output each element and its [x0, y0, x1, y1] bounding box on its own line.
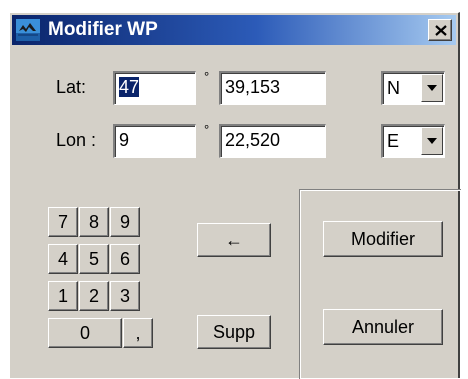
keypad-key-1[interactable]: 1 [48, 281, 78, 311]
keypad-key-0[interactable]: 0 [48, 318, 122, 348]
longitude-minutes-value: 22,520 [225, 130, 281, 150]
keypad-key-comma[interactable]: , [123, 318, 153, 348]
latitude-hemisphere-value: N [387, 78, 400, 98]
latitude-degree-symbol: ° [204, 69, 210, 84]
cancel-button[interactable]: Annuler [323, 309, 443, 345]
keypad-key-7[interactable]: 7 [48, 207, 78, 237]
latitude-minutes-value: 39,153 [225, 77, 281, 97]
keypad-key-4[interactable]: 4 [48, 244, 78, 274]
dropdown-arrow-icon [427, 85, 437, 91]
latitude-hemisphere-dropdown-button[interactable] [421, 74, 443, 102]
latitude-minutes-field[interactable]: 39,153 [219, 71, 326, 105]
delete-button[interactable]: Supp [197, 315, 271, 349]
modifier-wp-dialog: Modifier WP Lat: 47 ° 39,153 N Lon : 9 °… [9, 12, 461, 379]
keypad-key-6[interactable]: 6 [110, 244, 140, 274]
window-title: Modifier WP [48, 19, 158, 40]
longitude-hemisphere-select[interactable]: E [381, 124, 445, 158]
modify-button[interactable]: Modifier [323, 221, 443, 257]
dropdown-arrow-icon [427, 138, 437, 144]
waypoint-app-icon [16, 19, 40, 41]
action-panel [299, 189, 461, 379]
keypad-key-3[interactable]: 3 [110, 281, 140, 311]
title-bar[interactable]: Modifier WP [12, 15, 456, 45]
keypad-key-5[interactable]: 5 [79, 244, 109, 274]
backspace-button[interactable]: ← [197, 223, 271, 257]
longitude-degrees-field[interactable]: 9 [113, 124, 196, 158]
keypad-key-8[interactable]: 8 [79, 207, 109, 237]
longitude-minutes-field[interactable]: 22,520 [219, 124, 326, 158]
longitude-hemisphere-value: E [387, 131, 400, 151]
latitude-hemisphere-select[interactable]: N [381, 71, 445, 105]
latitude-degrees-field[interactable]: 47 [113, 71, 196, 105]
latitude-degrees-value: 47 [119, 77, 140, 97]
close-icon [435, 25, 447, 36]
longitude-hemisphere-dropdown-button[interactable] [421, 127, 443, 155]
longitude-label: Lon : [56, 130, 97, 150]
keypad-key-9[interactable]: 9 [110, 207, 140, 237]
longitude-degree-symbol: ° [204, 122, 210, 137]
close-button[interactable] [428, 19, 452, 41]
latitude-label: Lat: [56, 77, 87, 97]
keypad-key-2[interactable]: 2 [79, 281, 109, 311]
longitude-degrees-value: 9 [119, 130, 130, 150]
